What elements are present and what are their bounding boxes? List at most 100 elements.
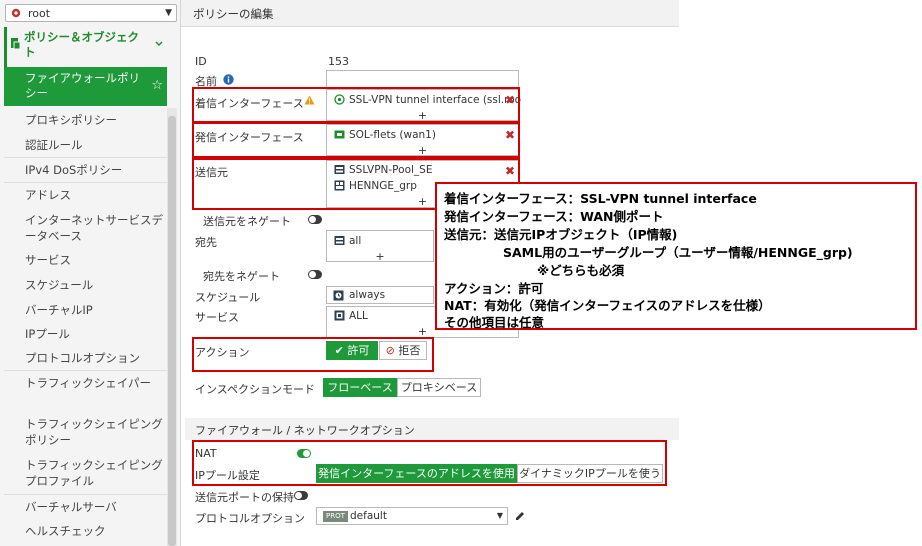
negate-destination-label: 宛先をネゲート — [203, 270, 280, 283]
preserve-source-port-toggle[interactable] — [294, 491, 308, 500]
negate-destination-toggle[interactable] — [308, 270, 322, 279]
preserve-source-port-label: 送信元ポートの保持 — [195, 491, 294, 504]
nav-section-indicator — [4, 27, 7, 67]
star-icon[interactable]: ☆ — [151, 79, 163, 92]
policy-document-icon — [11, 38, 21, 50]
remove-icon[interactable]: ✖ — [505, 129, 515, 141]
vdom-label: root — [28, 7, 51, 20]
sidebar-item-virtual-servers[interactable]: バーチャルサーバ — [25, 499, 165, 515]
outgoing-interface-label: 発信インターフェース — [195, 131, 304, 144]
sidebar-scrollbar[interactable] — [167, 108, 177, 546]
source-value: HENNGE_grp — [349, 180, 417, 192]
negate-source-label: 送信元をネゲート — [203, 215, 291, 228]
protocol-options-select[interactable]: PROT default ▼ — [316, 507, 508, 525]
sidebar-item-services[interactable]: サービス — [25, 252, 165, 268]
chevron-down-icon: ▼ — [165, 8, 172, 18]
port-icon — [334, 130, 345, 139]
destination-field[interactable]: all + — [326, 230, 434, 262]
ippool-outgoing-button[interactable]: 発信インターフェースのアドレスを使用 — [316, 464, 517, 483]
sidebar-item-ip-pools[interactable]: IPプール — [25, 326, 165, 342]
sidebar-item-health-check[interactable]: ヘルスチェック — [25, 523, 165, 539]
protocol-options-label: プロトコルオプション — [195, 512, 305, 525]
annotation-line: 着信インターフェース：SSL-VPN tunnel interface — [444, 191, 757, 206]
action-accept-button[interactable]: ✔ 許可 — [326, 341, 378, 360]
inspection-proxy-button[interactable]: プロキシベース — [397, 378, 481, 397]
scrollbar-thumb[interactable] — [168, 116, 176, 546]
outgoing-interface-entry[interactable]: SOL-flets (wan1) — [334, 129, 436, 143]
id-label: ID — [195, 55, 207, 68]
clock-icon — [333, 290, 344, 301]
outgoing-interface-field[interactable]: SOL-flets (wan1) ✖ + — [326, 124, 519, 156]
destination-entry[interactable]: all — [334, 235, 361, 249]
divider — [4, 494, 167, 495]
nav-section-label: ポリシー＆オブジェクト — [24, 30, 139, 59]
sidebar-item-schedules[interactable]: スケジュール — [25, 277, 165, 293]
name-input[interactable] — [326, 70, 519, 88]
annotation-callout: 着信インターフェース：SSL-VPN tunnel interface 発信イン… — [435, 182, 917, 330]
incoming-interface-entry[interactable]: SSL-VPN tunnel interface (ssl.roo — [334, 94, 521, 108]
remove-icon[interactable]: ✖ — [505, 165, 515, 177]
service-label: サービス — [195, 311, 239, 324]
sidebar-item-protocol-options[interactable]: プロトコルオプション — [25, 350, 165, 366]
address-icon — [334, 236, 345, 245]
name-label: 名前 — [195, 75, 217, 88]
add-icon[interactable]: + — [327, 251, 433, 262]
nat-toggle[interactable] — [297, 449, 311, 458]
incoming-interface-value: SSL-VPN tunnel interface (ssl.roo — [349, 94, 522, 106]
divider — [4, 182, 167, 183]
user-group-icon — [334, 180, 345, 191]
service-entry[interactable]: ALL — [334, 310, 368, 324]
add-icon[interactable]: + — [327, 145, 518, 156]
source-label: 送信元 — [195, 166, 228, 179]
service-icon — [334, 310, 345, 321]
sidebar-item-internet-service-db[interactable]: インターネットサービスデータベース — [25, 212, 165, 244]
destination-value: all — [349, 235, 362, 247]
deny-icon: ⊘ — [385, 344, 399, 357]
sidebar-item-proxy-policy[interactable]: プロキシポリシー — [25, 112, 165, 128]
schedule-label: スケジュール — [195, 291, 261, 304]
sidebar-item-auth-rules[interactable]: 認証ルール — [25, 137, 165, 153]
sidebar: root ▼ ポリシー＆オブジェクト ファイアウォールポリシー ☆ プロキシポリ… — [0, 0, 181, 546]
source-entry[interactable]: SSLVPN-Pool_SE — [334, 164, 432, 178]
incoming-interface-field[interactable]: SSL-VPN tunnel interface (ssl.roo ✖ + — [326, 89, 521, 121]
divider — [4, 157, 167, 158]
negate-source-toggle[interactable] — [308, 215, 322, 224]
sidebar-item-virtual-ips[interactable]: バーチャルIP — [25, 302, 165, 318]
id-value: 153 — [328, 55, 349, 68]
action-deny-button[interactable]: ⊘ 拒否 — [379, 341, 427, 360]
annotation-line: 送信元：送信元IPオブジェクト（IP情報) — [444, 227, 678, 242]
sidebar-item-traffic-shaping-policy[interactable]: トラフィックシェイピングポリシー — [25, 416, 165, 448]
chevron-down-icon: ▼ — [496, 511, 503, 520]
page-title: ポリシーの編集 — [193, 7, 274, 21]
sidebar-item-traffic-shaping-profile[interactable]: トラフィックシェイピングプロファイル — [25, 457, 165, 489]
schedule-select[interactable]: always — [326, 286, 434, 304]
vdom-selector[interactable]: root ▼ — [5, 4, 177, 22]
divider — [4, 370, 167, 371]
outgoing-interface-value: SOL-flets (wan1) — [349, 129, 436, 141]
source-value: SSLVPN-Pool_SE — [349, 164, 433, 176]
edit-icon[interactable] — [514, 510, 526, 522]
remove-icon[interactable]: ✖ — [505, 94, 515, 106]
ip-pool-config-label: IPプール設定 — [195, 469, 260, 482]
ip-pool-icon — [334, 165, 345, 174]
annotation-line: その他項目は任意 — [444, 315, 545, 330]
schedule-value: always — [349, 289, 386, 301]
ippool-dynamic-button[interactable]: ダイナミックIPプールを使う — [517, 464, 663, 483]
inspection-flow-button[interactable]: フローベース — [323, 378, 397, 397]
check-icon: ✔ — [334, 344, 348, 357]
service-value: ALL — [349, 310, 368, 322]
nav-section-policy-objects[interactable]: ポリシー＆オブジェクト — [4, 27, 170, 67]
source-entry[interactable]: HENNGE_grp — [334, 180, 417, 194]
sidebar-item-addresses[interactable]: アドレス — [25, 187, 165, 203]
protocol-badge: PROT — [323, 511, 348, 522]
info-icon[interactable] — [223, 74, 234, 85]
protocol-options-value: default — [350, 510, 387, 522]
action-label: アクション — [195, 346, 250, 359]
add-icon[interactable]: + — [327, 110, 518, 121]
action-accept-label: 許可 — [347, 344, 370, 357]
sidebar-item-dos-policy[interactable]: IPv4 DoSポリシー — [25, 162, 165, 178]
sidebar-item-firewall-policy[interactable]: ファイアウォールポリシー ☆ — [4, 67, 167, 106]
destination-label: 宛先 — [195, 236, 217, 249]
sidebar-item-traffic-shapers[interactable]: トラフィックシェイパー — [25, 375, 165, 391]
incoming-interface-label: 着信インターフェース — [195, 97, 304, 110]
